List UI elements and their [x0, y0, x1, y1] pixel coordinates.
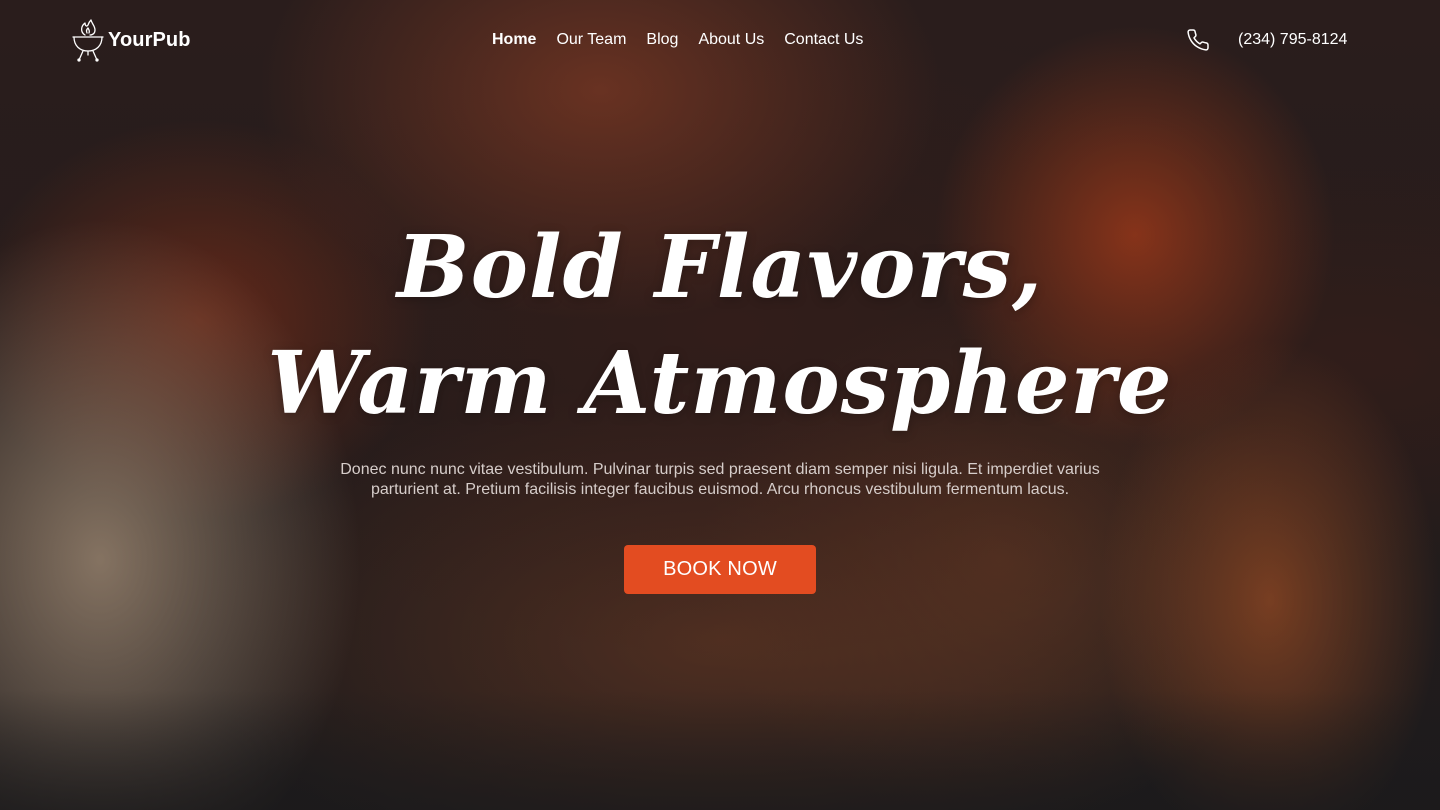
hero-title-line-1: Bold Flavors,	[396, 217, 1044, 318]
hero-section: Bold Flavors, Warm Atmosphere Donec nunc…	[0, 0, 1440, 810]
hero-description: Donec nunc nunc vitae vestibulum. Pulvin…	[340, 461, 1100, 498]
hero-title: Bold Flavors, Warm Atmosphere	[120, 210, 1320, 442]
hero-title-line-2: Warm Atmosphere	[267, 333, 1173, 434]
book-now-button[interactable]: BOOK NOW	[624, 545, 816, 594]
